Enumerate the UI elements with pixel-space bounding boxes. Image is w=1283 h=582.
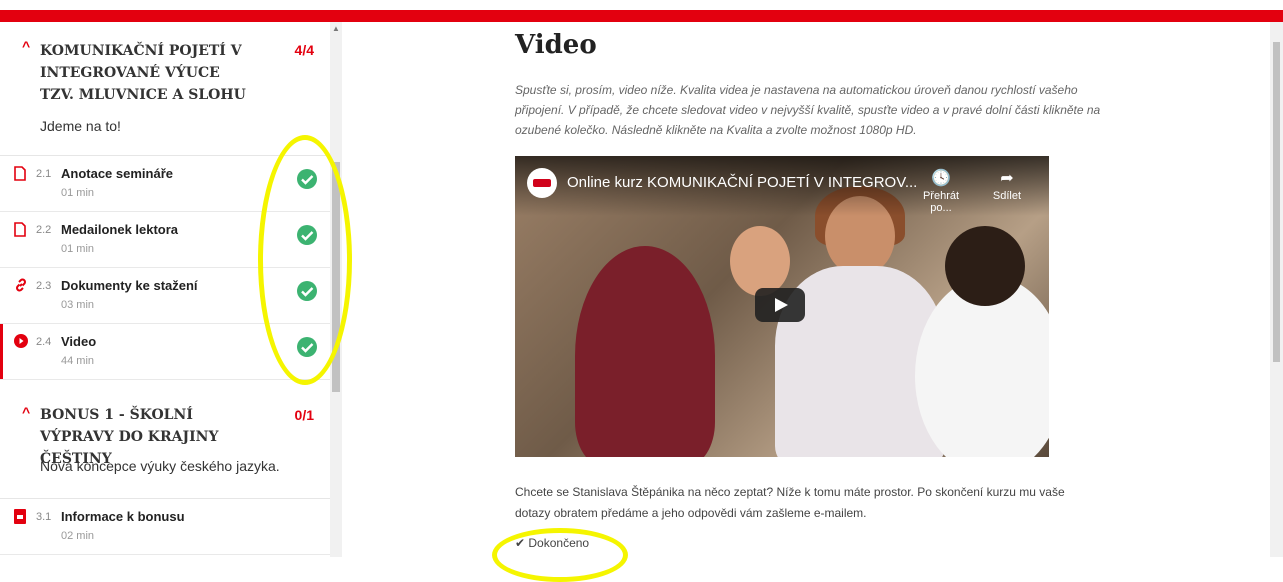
lesson-duration: 02 min	[61, 530, 95, 542]
main-scroll-thumb[interactable]	[1273, 42, 1280, 362]
section-description: Jdeme na to!	[40, 118, 121, 134]
lesson-title: Dokumenty ke stažení	[61, 278, 198, 293]
video-player[interactable]: Online kurz KOMUNIKAČNÍ POJETÍ V INTEGRO…	[515, 156, 1049, 457]
highlight-ellipse-checks	[258, 135, 352, 385]
lesson-item[interactable]: 3.1 Informace k bonusu 02 min	[0, 499, 330, 555]
lesson-title: Informace k bonusu	[61, 509, 185, 524]
link-icon	[14, 278, 28, 294]
lesson-title: Medailonek lektora	[61, 222, 179, 237]
lesson-number: 2.4	[36, 336, 52, 348]
document-icon	[14, 166, 28, 182]
watch-later-button[interactable]: 🕓 Přehrát po...	[911, 168, 971, 214]
question-prompt: Chcete se Stanislava Štěpánika na něco z…	[515, 485, 1065, 520]
section-progress: 0/1	[294, 407, 314, 423]
lesson-duration: 44 min	[61, 355, 95, 367]
lesson-duration: 01 min	[61, 187, 95, 199]
chevron-up-icon[interactable]: ^	[22, 404, 30, 420]
section-title: KOMUNIKAČNÍ POJETÍ V INTEGROVANÉ VÝUCE T…	[40, 43, 246, 103]
lesson-number: 2.1	[36, 168, 52, 180]
lesson-number: 2.2	[36, 224, 52, 236]
share-button[interactable]: ➦ Sdílet	[977, 168, 1037, 202]
clock-icon: 🕓	[931, 170, 951, 187]
main-scrollbar[interactable]	[1270, 22, 1283, 557]
video-scene	[730, 226, 790, 296]
video-title[interactable]: Online kurz KOMUNIKAČNÍ POJETÍ V INTEGRO…	[567, 174, 917, 191]
share-label: Sdílet	[992, 190, 1022, 202]
play-circle-icon	[14, 334, 28, 350]
lesson-number: 2.3	[36, 280, 52, 292]
lesson-title: Video	[61, 334, 97, 349]
video-scene	[575, 246, 715, 457]
video-instructions: Spusťte si, prosím, video níže. Kvalita …	[515, 83, 1101, 137]
lesson-duration: 03 min	[61, 299, 95, 311]
section-header[interactable]: ^ KOMUNIKAČNÍ POJETÍ V INTEGROVANÉ VÝUCE…	[0, 22, 330, 156]
section-progress: 4/4	[294, 42, 314, 58]
lesson-number: 3.1	[36, 511, 52, 523]
play-button[interactable]	[755, 288, 805, 322]
brand-red-bar	[0, 10, 1283, 22]
main-content: Video Spusťte si, prosím, video níže. Kv…	[342, 22, 1270, 557]
watch-later-label: Přehrát po...	[922, 190, 960, 214]
section-header[interactable]: ^ BONUS 1 - ŠKOLNÍ VÝPRAVY DO KRAJINY ČE…	[0, 380, 330, 499]
highlight-ellipse-done	[492, 528, 628, 582]
video-scene	[945, 226, 1025, 306]
share-icon: ➦	[1000, 170, 1014, 187]
channel-logo[interactable]	[527, 168, 557, 198]
section-description: Nová koncepce výuky českého jazyka.	[40, 458, 280, 474]
lesson-duration: 01 min	[61, 243, 95, 255]
pdf-icon	[14, 509, 28, 525]
page-title: Video	[515, 30, 597, 60]
chevron-up-icon[interactable]: ^	[22, 38, 30, 54]
lesson-title: Anotace semináře	[61, 166, 173, 181]
scroll-up-arrow-icon[interactable]: ▲	[332, 24, 340, 33]
document-icon	[14, 222, 28, 238]
